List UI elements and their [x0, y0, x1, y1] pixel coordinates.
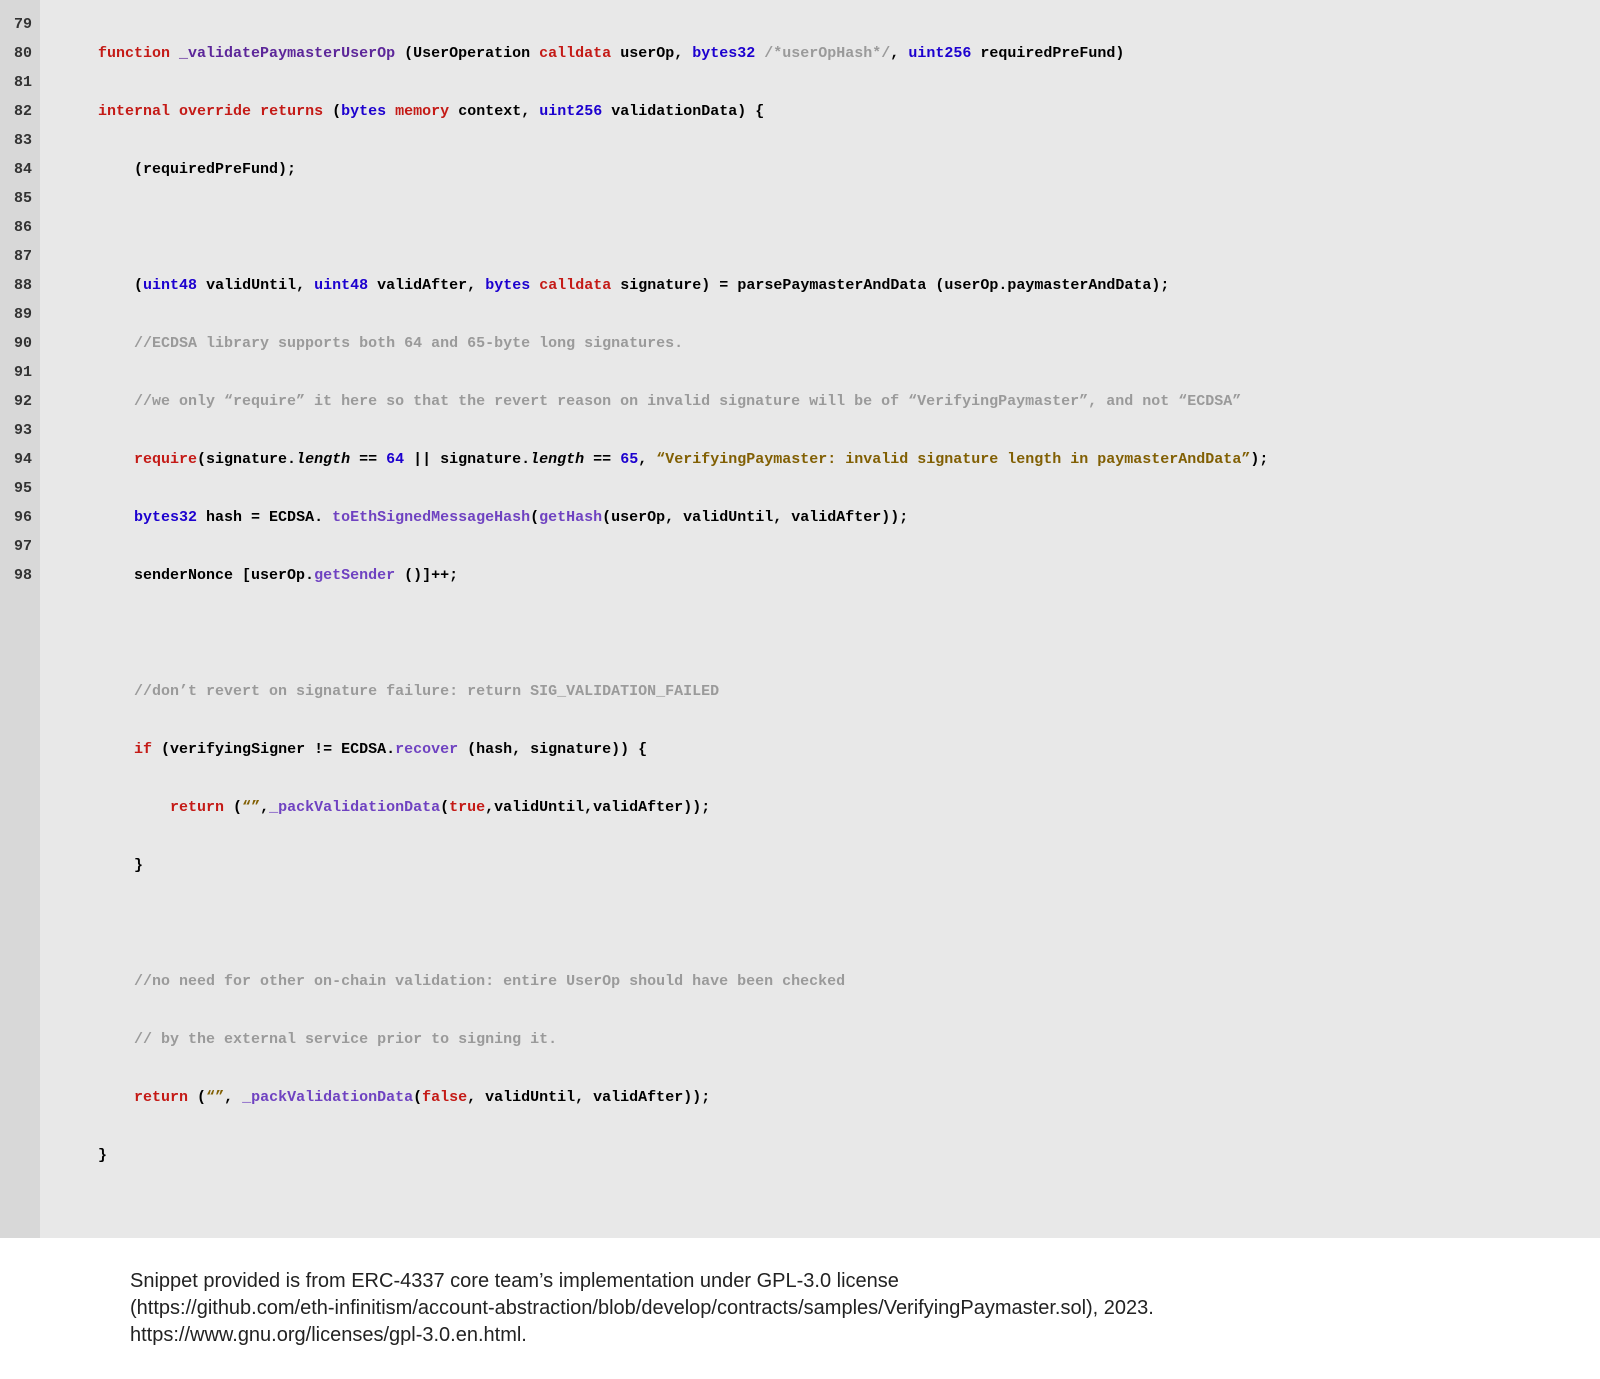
- code-line: function _validatePaymasterUserOp (UserO…: [98, 39, 1584, 68]
- line-number: 86: [14, 213, 32, 242]
- code-line: senderNonce [userOp.getSender ()]++;: [98, 561, 1584, 590]
- code-line: if (verifyingSigner != ECDSA.recover (ha…: [98, 735, 1584, 764]
- line-number: 80: [14, 39, 32, 68]
- line-number: 84: [14, 155, 32, 184]
- code-line: return (“”, _packValidationData(false, v…: [98, 1083, 1584, 1112]
- line-number: 81: [14, 68, 32, 97]
- line-number: 87: [14, 242, 32, 271]
- code-line: require(signature.length == 64 || signat…: [98, 445, 1584, 474]
- code-line: [98, 619, 1584, 648]
- attribution-line: (https://github.com/eth-infinitism/accou…: [130, 1297, 1154, 1319]
- line-number: 97: [14, 532, 32, 561]
- line-number: 85: [14, 184, 32, 213]
- code-line: //ECDSA library supports both 64 and 65-…: [98, 329, 1584, 358]
- line-number: 98: [14, 561, 32, 590]
- code-line: [98, 213, 1584, 242]
- code-line: (uint48 validUntil, uint48 validAfter, b…: [98, 271, 1584, 300]
- code-line: }: [98, 851, 1584, 880]
- line-number: 82: [14, 97, 32, 126]
- line-number: 83: [14, 126, 32, 155]
- line-number: 90: [14, 329, 32, 358]
- line-number: 91: [14, 358, 32, 387]
- attribution-line: Snippet provided is from ERC-4337 core t…: [130, 1270, 899, 1292]
- code-line: internal override returns (bytes memory …: [98, 97, 1584, 126]
- code-block: 79 80 81 82 83 84 85 86 87 88 89 90 91 9…: [0, 0, 1600, 1238]
- line-number: 88: [14, 271, 32, 300]
- line-number-gutter: 79 80 81 82 83 84 85 86 87 88 89 90 91 9…: [0, 0, 40, 1238]
- code-line: }: [98, 1141, 1584, 1170]
- attribution-text: Snippet provided is from ERC-4337 core t…: [0, 1238, 1400, 1379]
- line-number: 94: [14, 445, 32, 474]
- line-number: 89: [14, 300, 32, 329]
- code-line: (requiredPreFund);: [98, 155, 1584, 184]
- code-line: return (“”,_packValidationData(true,vali…: [98, 793, 1584, 822]
- code-line: //no need for other on-chain validation:…: [98, 967, 1584, 996]
- line-number: 96: [14, 503, 32, 532]
- code-content: function _validatePaymasterUserOp (UserO…: [40, 0, 1600, 1238]
- code-line: // by the external service prior to sign…: [98, 1025, 1584, 1054]
- line-number: 79: [14, 10, 32, 39]
- code-line: //don’t revert on signature failure: ret…: [98, 677, 1584, 706]
- code-line: //we only “require” it here so that the …: [98, 387, 1584, 416]
- line-number: 93: [14, 416, 32, 445]
- attribution-line: https://www.gnu.org/licenses/gpl-3.0.en.…: [130, 1324, 527, 1346]
- code-line: [98, 909, 1584, 938]
- line-number: 92: [14, 387, 32, 416]
- line-number: 95: [14, 474, 32, 503]
- code-line: bytes32 hash = ECDSA. toEthSignedMessage…: [98, 503, 1584, 532]
